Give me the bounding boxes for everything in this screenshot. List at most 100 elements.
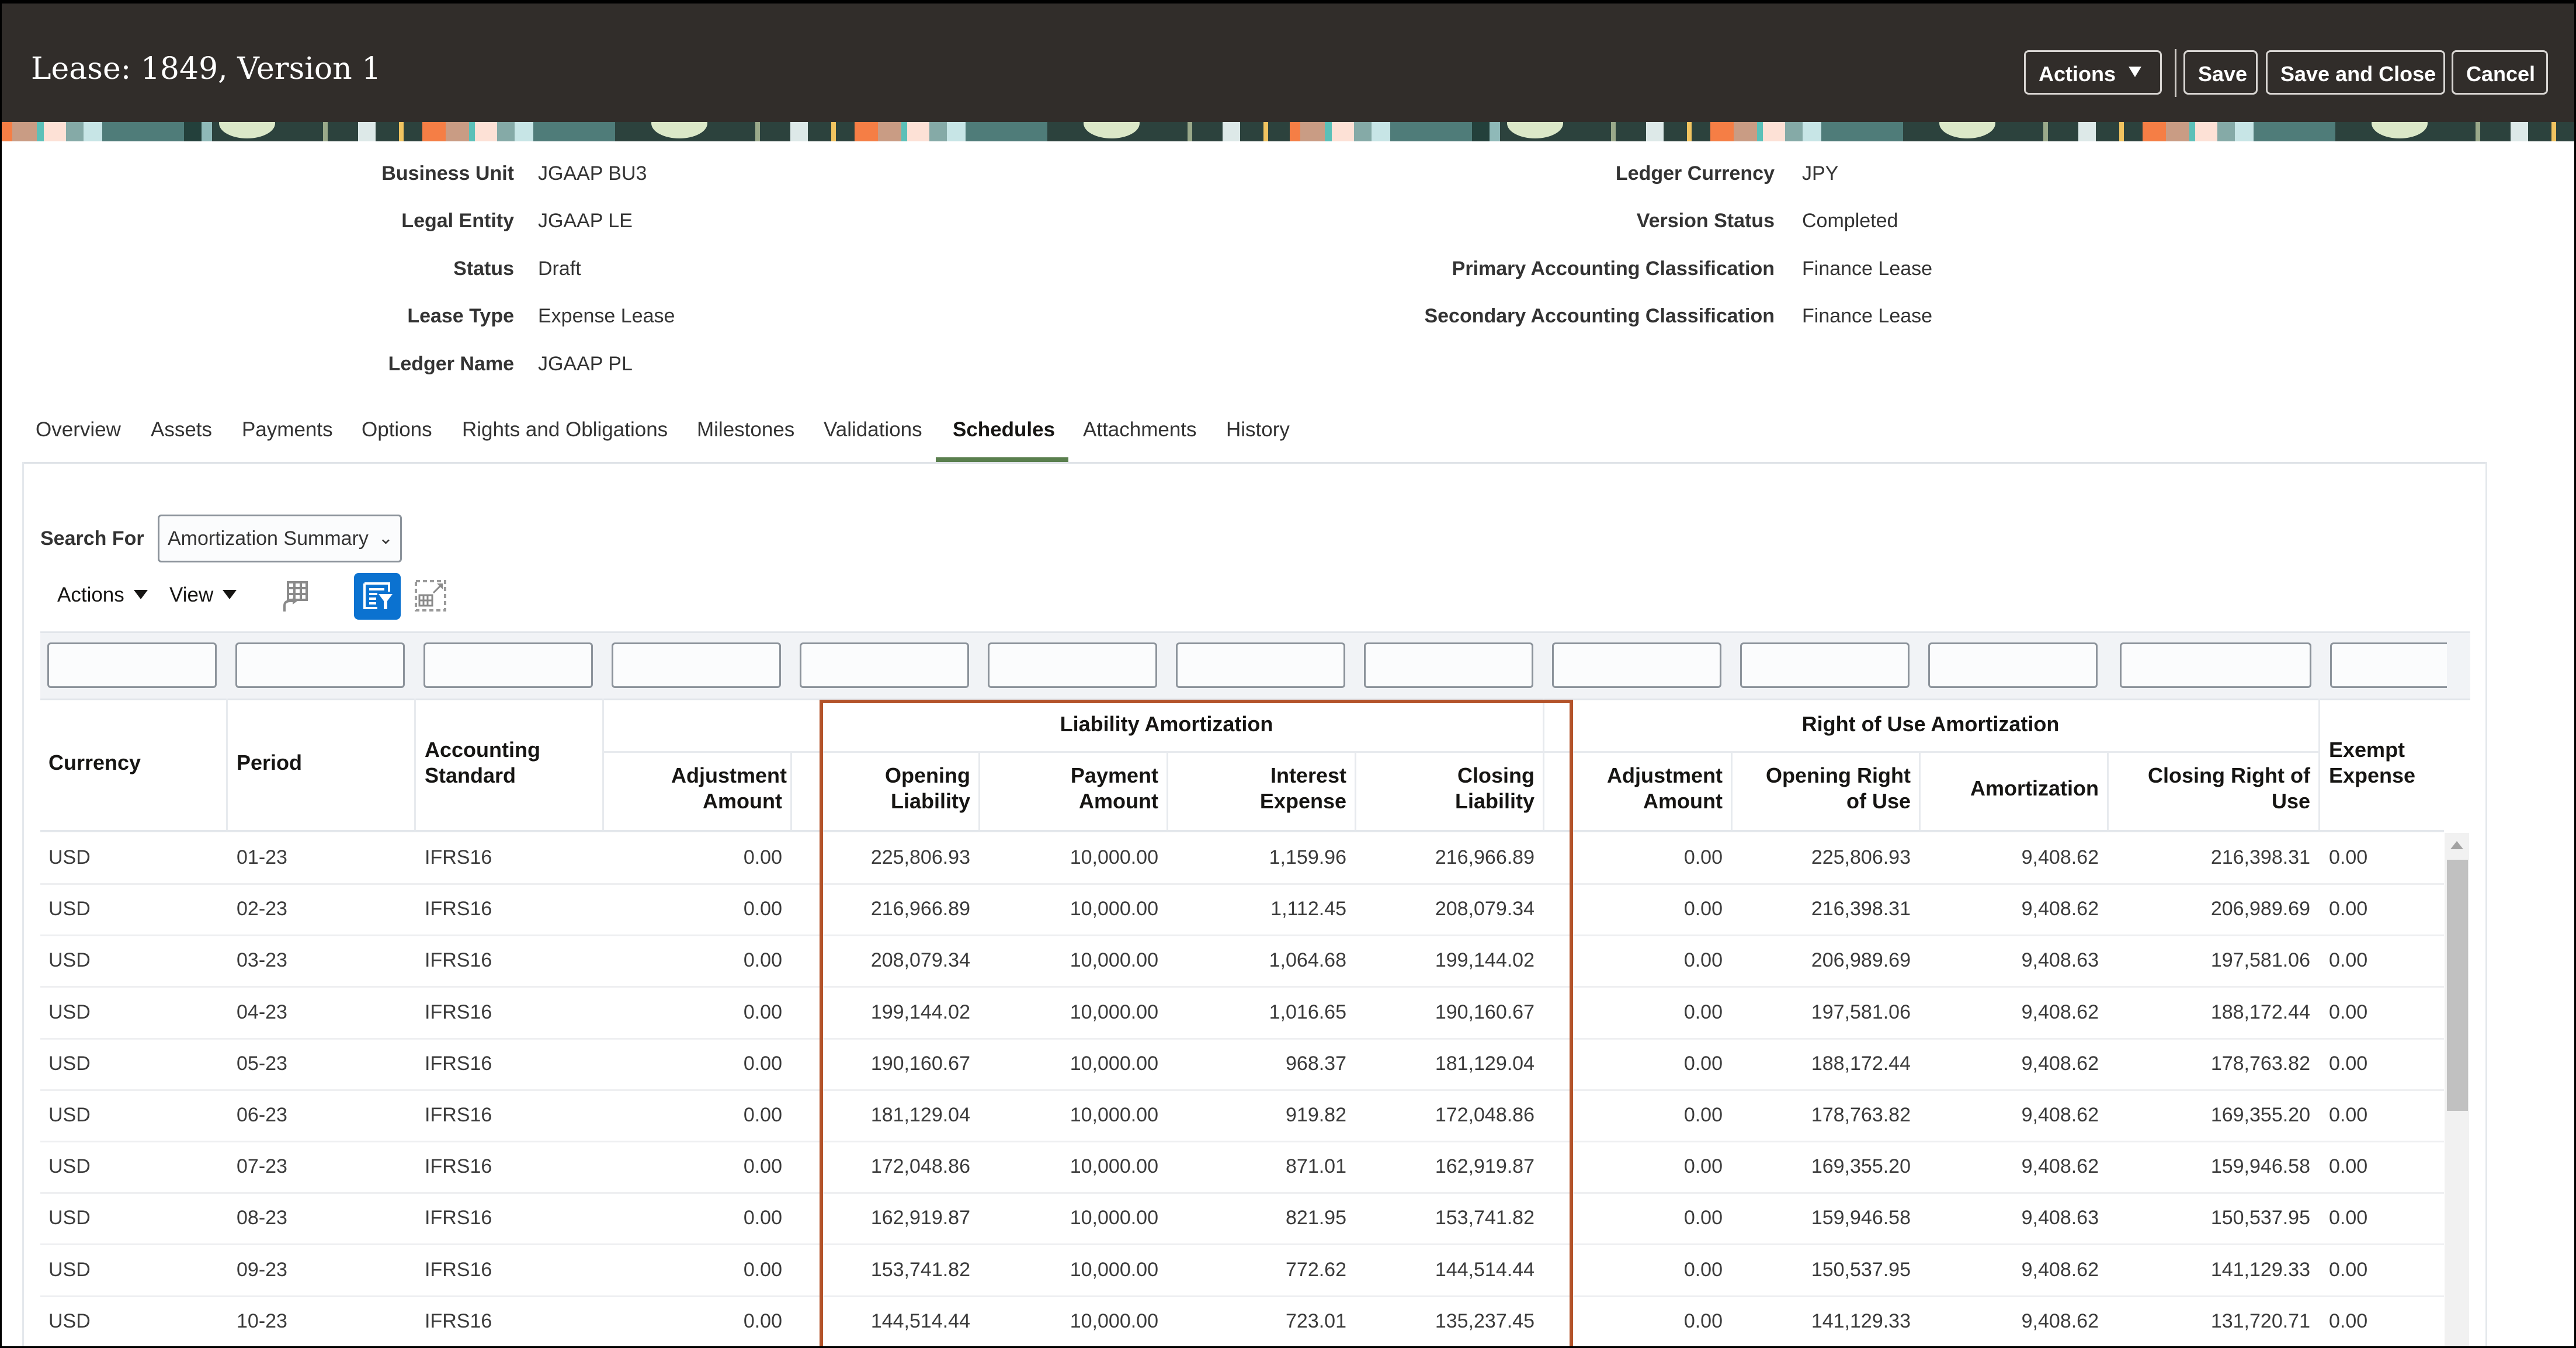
- dropdown-triangle-icon: [223, 589, 237, 599]
- column-header-currency[interactable]: Currency: [48, 750, 141, 776]
- scrollbar-thumb[interactable]: [2447, 860, 2468, 1111]
- filter-amortization-input[interactable]: [1928, 642, 2098, 688]
- tab-assets[interactable]: Assets: [151, 418, 212, 442]
- cell-closing-rou: 141,129.33: [2210, 1258, 2310, 1281]
- cell-rou-adjustment-amount: 0.00: [1683, 1052, 1723, 1075]
- filter-payment-amount-input[interactable]: [988, 642, 1157, 688]
- column-header-period[interactable]: Period: [237, 750, 302, 776]
- header-divider: [414, 699, 416, 830]
- column-header-accounting-standard[interactable]: Accounting Standard: [425, 737, 565, 788]
- column-filter-row: [40, 631, 2470, 700]
- filter-rou-adjustment-input[interactable]: [1552, 642, 1721, 688]
- cancel-button[interactable]: Cancel: [2452, 50, 2548, 95]
- save-button[interactable]: Save: [2183, 50, 2258, 95]
- cell-opening-rou: 225,806.93: [1811, 846, 1911, 868]
- lease-type-value: Expense Lease: [538, 305, 675, 327]
- cell-rou-adjustment-amount: 0.00: [1683, 949, 1723, 972]
- cell-opening-rou: 150,537.95: [1811, 1258, 1911, 1281]
- freeze-columns-icon[interactable]: [408, 573, 454, 620]
- cell-period: 03-23: [237, 949, 287, 972]
- cell-currency: USD: [48, 1309, 91, 1332]
- cell-adjustment-amount: 0.00: [743, 1104, 782, 1126]
- cell-amortization: 9,408.62: [2021, 1000, 2099, 1023]
- page-title: Lease: 1849, Version 1: [31, 51, 381, 86]
- filter-closing-rou-input[interactable]: [2120, 642, 2311, 688]
- cell-accounting-standard: IFRS16: [425, 1309, 492, 1332]
- query-by-example-icon[interactable]: [354, 573, 401, 620]
- cell-period: 09-23: [237, 1258, 287, 1281]
- column-header-exempt-expense[interactable]: Exempt Expense: [2329, 737, 2428, 788]
- filter-accounting-standard-input[interactable]: [423, 642, 593, 688]
- tab-payments[interactable]: Payments: [242, 418, 333, 442]
- save-label: Save: [2198, 62, 2248, 86]
- header-separator: [2175, 49, 2176, 97]
- lease-page: Lease: 1849, Version 1 Actions Save Save…: [0, 0, 2576, 1348]
- cell-amortization: 9,408.62: [2021, 898, 2099, 920]
- header-divider: [602, 699, 604, 830]
- detach-table-icon[interactable]: [272, 573, 318, 620]
- cell-opening-rou: 206,989.69: [1811, 949, 1911, 972]
- cell-period: 05-23: [237, 1052, 287, 1075]
- tab-schedules[interactable]: Schedules: [953, 418, 1055, 442]
- filter-interest-expense-input[interactable]: [1176, 642, 1345, 688]
- cell-period: 01-23: [237, 846, 287, 868]
- chevron-down-icon: [2129, 67, 2142, 78]
- header-divider: [226, 699, 228, 830]
- filter-period-input[interactable]: [235, 642, 405, 688]
- search-for-select[interactable]: Amortization Summary ⌄: [158, 515, 402, 562]
- cell-currency: USD: [48, 1258, 91, 1281]
- cell-rou-adjustment-amount: 0.00: [1683, 1309, 1723, 1332]
- save-and-close-button[interactable]: Save and Close: [2266, 50, 2445, 95]
- cell-exempt-expense: 0.00: [2329, 898, 2368, 920]
- cell-rou-adjustment-amount: 0.00: [1683, 1258, 1723, 1281]
- column-header-closing-rou[interactable]: Closing Right of Use: [2120, 763, 2310, 814]
- filter-currency-input[interactable]: [47, 642, 217, 688]
- filter-exempt-expense-input[interactable]: [2330, 642, 2447, 688]
- column-header-adjustment-amount[interactable]: Adjustment Amount: [671, 763, 787, 814]
- cell-accounting-standard: IFRS16: [425, 949, 492, 972]
- tab-history[interactable]: History: [1226, 418, 1290, 442]
- table-view-menu[interactable]: View: [169, 583, 237, 607]
- cell-exempt-expense: 0.00: [2329, 1258, 2368, 1281]
- cell-period: 08-23: [237, 1207, 287, 1229]
- tab-options[interactable]: Options: [362, 418, 432, 442]
- filter-closing-liability-input[interactable]: [1364, 642, 1533, 688]
- filter-opening-liability-input[interactable]: [800, 642, 969, 688]
- scroll-up-arrow-icon[interactable]: [2450, 841, 2463, 849]
- cell-adjustment-amount: 0.00: [743, 1309, 782, 1332]
- tab-rights-and-obligations[interactable]: Rights and Obligations: [462, 418, 668, 442]
- ledger-name-value: JGAAP PL: [538, 353, 633, 375]
- tab-overview[interactable]: Overview: [36, 418, 121, 442]
- filter-adjustment-amount-input[interactable]: [612, 642, 781, 688]
- vertical-scrollbar[interactable]: [2445, 833, 2469, 1346]
- page-header: Lease: 1849, Version 1 Actions Save Save…: [2, 4, 2574, 122]
- table-actions-menu[interactable]: Actions: [57, 583, 148, 607]
- cell-amortization: 9,408.62: [2021, 846, 2099, 868]
- active-tab-indicator: [936, 457, 1068, 462]
- tab-validations[interactable]: Validations: [824, 418, 922, 442]
- cell-exempt-expense: 0.00: [2329, 846, 2368, 868]
- cell-exempt-expense: 0.00: [2329, 1104, 2368, 1126]
- filter-opening-rou-input[interactable]: [1740, 642, 1910, 688]
- cell-amortization: 9,408.63: [2021, 1207, 2099, 1229]
- liability-amortization-highlight: [820, 700, 1573, 1346]
- chevron-down-icon: ⌄: [378, 529, 393, 548]
- cell-closing-rou: 188,172.44: [2210, 1000, 2310, 1023]
- business-unit-value: JGAAP BU3: [538, 162, 647, 185]
- tab-milestones[interactable]: Milestones: [697, 418, 794, 442]
- cell-closing-rou: 131,720.71: [2210, 1309, 2310, 1332]
- header-actions-menu[interactable]: Actions: [2024, 50, 2162, 95]
- cell-adjustment-amount: 0.00: [743, 1052, 782, 1075]
- cell-closing-rou: 169,355.20: [2210, 1104, 2310, 1126]
- cell-opening-rou: 188,172.44: [1811, 1052, 1911, 1075]
- column-header-amortization[interactable]: Amortization: [1933, 776, 2099, 801]
- cell-closing-rou: 197,581.06: [2210, 949, 2310, 972]
- cell-exempt-expense: 0.00: [2329, 1052, 2368, 1075]
- cell-period: 06-23: [237, 1104, 287, 1126]
- column-header-opening-rou[interactable]: Opening Right of Use: [1752, 763, 1911, 814]
- legal-entity-value: JGAAP LE: [538, 210, 633, 232]
- table-actions-label: Actions: [57, 583, 124, 606]
- column-header-rou-adjustment-amount[interactable]: Adjustment Amount: [1600, 763, 1723, 814]
- tab-attachments[interactable]: Attachments: [1083, 418, 1197, 442]
- cell-currency: USD: [48, 1207, 91, 1229]
